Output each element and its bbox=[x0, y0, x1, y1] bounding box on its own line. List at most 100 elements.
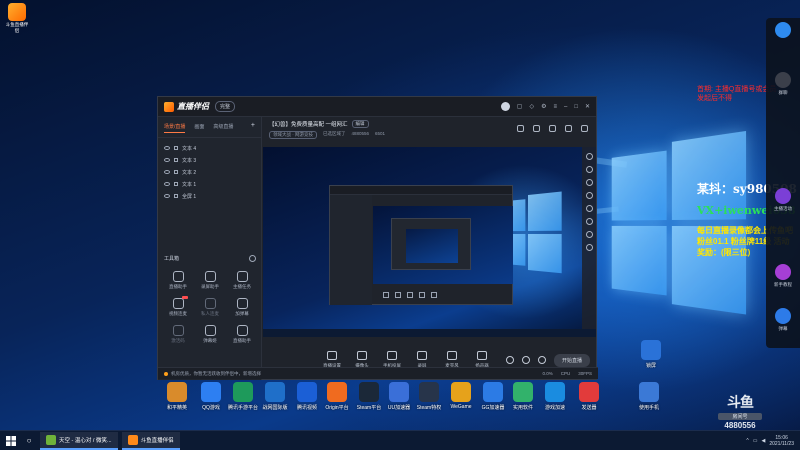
taskbar-item[interactable]: 斗鱼直播伴侣 bbox=[121, 431, 180, 450]
source-item[interactable]: 全屏 1 bbox=[164, 190, 255, 202]
tool-item[interactable]: 直播助手 bbox=[162, 271, 194, 290]
eye-icon[interactable] bbox=[164, 158, 170, 162]
message-icon[interactable]: ▢ bbox=[517, 103, 523, 110]
calendar-icon[interactable] bbox=[549, 125, 556, 132]
tool-item[interactable]: 直播助手 bbox=[226, 325, 258, 344]
desktop-icon-lock[interactable]: 锁屏 bbox=[636, 340, 666, 369]
tab-scene[interactable]: 场景/直播 bbox=[164, 123, 186, 133]
print-icon[interactable] bbox=[533, 125, 540, 132]
tool-icon bbox=[204, 298, 216, 309]
eye-icon[interactable] bbox=[164, 194, 170, 198]
close-icon[interactable]: ✕ bbox=[585, 103, 590, 110]
tool-item[interactable]: 私人连麦 bbox=[194, 298, 226, 317]
eye-icon[interactable] bbox=[164, 170, 170, 174]
tray-arrow-icon[interactable]: ^ bbox=[746, 438, 748, 444]
minimize-icon[interactable]: – bbox=[564, 104, 567, 110]
red-notice: 首期: 主播Q直播号或会员 发起后不得 bbox=[697, 86, 777, 102]
source-item[interactable]: 文本 3 bbox=[164, 154, 255, 166]
app-icon bbox=[233, 382, 253, 402]
desktop-icon[interactable]: Steam平台 bbox=[354, 382, 384, 411]
desktop-icon[interactable]: 发送器 bbox=[574, 382, 604, 411]
go-live-button[interactable]: 开始直播 bbox=[553, 353, 590, 367]
rail-item[interactable] bbox=[766, 22, 800, 40]
tool-item[interactable]: 弹幕姬 bbox=[194, 325, 226, 344]
source-item[interactable]: 文本 2 bbox=[164, 166, 255, 178]
avatar[interactable] bbox=[500, 102, 510, 111]
desktop-icon[interactable]: 和平精英 bbox=[162, 382, 192, 411]
edit-room-button[interactable]: 编辑 bbox=[351, 120, 369, 128]
tool-item[interactable]: 加弹幕 bbox=[226, 298, 258, 317]
stream-settings-icon[interactable] bbox=[537, 356, 546, 364]
taskbar-item[interactable]: 天空 - 温心对 / 微笑... bbox=[40, 431, 118, 450]
desktop-icon[interactable]: WeGame bbox=[446, 382, 476, 410]
tool-item[interactable]: 主播任务 bbox=[226, 271, 258, 290]
desktop-icon[interactable]: Origin平台 bbox=[322, 382, 352, 411]
watermark-room-number: 4880556 bbox=[724, 421, 756, 430]
room-title[interactable]: 【幻兽】免费质量高配 一组网汇 bbox=[269, 120, 348, 128]
status-dot bbox=[164, 371, 168, 376]
app-logo-icon bbox=[164, 101, 174, 112]
tool-item[interactable]: 视频连麦 bbox=[162, 296, 194, 317]
tool-item[interactable]: 激活码 bbox=[162, 325, 194, 344]
desktop-icon[interactable]: 实用软件 bbox=[508, 382, 538, 411]
desktop-icon[interactable]: 战网国际版 bbox=[260, 382, 290, 411]
network-icon[interactable]: ▭ bbox=[753, 438, 758, 444]
control-icon bbox=[387, 351, 397, 360]
clock-date[interactable]: 2021/11/23 bbox=[769, 441, 794, 447]
rail-item[interactable]: 弹幕 bbox=[766, 308, 800, 332]
desktop-icon[interactable]: UU加速器 bbox=[384, 382, 414, 411]
app-icon bbox=[297, 382, 317, 402]
desktop-icon[interactable]: 腾讯视频 bbox=[292, 382, 322, 411]
toolbox-settings-icon[interactable] bbox=[249, 255, 256, 262]
search-icon[interactable]: ○ bbox=[22, 431, 36, 450]
source-item[interactable]: 文本 1 bbox=[164, 178, 255, 190]
source-item[interactable]: 文本 4 bbox=[164, 142, 255, 154]
rail-item[interactable]: 新手教程 bbox=[766, 264, 800, 288]
streaming-app-window: 直播伴侣 完整 ▢ ◇ ⚙ ≡ – □ ✕ 场景/直播 画面 高级直播 + 文本… bbox=[157, 96, 598, 380]
room-meta-region: 已选区域了 bbox=[323, 131, 346, 136]
main-panel: 【幻兽】免费质量高配 一组网汇 编辑 领域大战 · 网游竞技 已选区域了 488… bbox=[263, 117, 596, 380]
rail-item[interactable]: 群聊 bbox=[766, 72, 800, 96]
share-icon[interactable] bbox=[581, 125, 588, 132]
menu-icon[interactable]: ≡ bbox=[553, 104, 557, 110]
desktop-icon[interactable]: GG加速器 bbox=[478, 382, 508, 411]
eye-icon[interactable] bbox=[164, 182, 170, 186]
tool-item[interactable]: 录屏助手 bbox=[194, 271, 226, 290]
maximize-icon[interactable]: □ bbox=[574, 104, 578, 110]
app-icon bbox=[579, 382, 599, 402]
desktop-icon[interactable]: 腾讯手游平台 bbox=[228, 382, 258, 411]
status-text: 机房优质，你暂无活跃收到伴侣中，新增选择 bbox=[171, 370, 261, 376]
lock-icon[interactable] bbox=[174, 146, 178, 150]
desktop-icon-douyu-app[interactable]: 斗鱼直播伴侣 bbox=[4, 3, 30, 34]
lock-icon[interactable] bbox=[174, 158, 178, 162]
version-badge[interactable]: 完整 bbox=[215, 101, 236, 112]
taskbar-app-icon bbox=[127, 434, 138, 445]
record-toggle-icon[interactable] bbox=[521, 356, 530, 364]
gift-icon[interactable]: ◇ bbox=[529, 103, 534, 110]
desktop-icon[interactable]: Steam特权 bbox=[414, 382, 444, 411]
tab-advanced[interactable]: 高级直播 bbox=[213, 123, 233, 133]
trash-icon[interactable] bbox=[517, 125, 524, 132]
lock-icon[interactable] bbox=[174, 194, 178, 198]
volume-icon[interactable]: ◀ bbox=[761, 438, 765, 444]
lock-icon bbox=[641, 340, 661, 360]
desktop-icon[interactable]: 使用手机 bbox=[634, 382, 664, 411]
eye-icon[interactable] bbox=[164, 146, 170, 150]
toolbox-grid: 直播助手 录屏助手 主播任务 视频连麦 私人连麦 加弹幕 激活码 弹幕姬 直播助手 bbox=[162, 271, 258, 344]
stream-preview[interactable] bbox=[263, 147, 596, 337]
lock-icon[interactable] bbox=[174, 170, 178, 174]
tab-picture[interactable]: 画面 bbox=[194, 123, 204, 133]
bell-icon[interactable] bbox=[565, 125, 572, 132]
room-category[interactable]: 领域大战 · 网游竞技 bbox=[269, 131, 317, 139]
desktop-icon[interactable]: QQ游戏 bbox=[196, 382, 226, 411]
settings-icon[interactable]: ⚙ bbox=[541, 103, 546, 110]
desktop-icon[interactable]: 游戏加速 bbox=[540, 382, 570, 411]
tool-icon bbox=[172, 296, 188, 309]
rail-item[interactable]: 主播活动 bbox=[766, 188, 800, 212]
app-logo: 直播伴侣 bbox=[164, 101, 209, 112]
add-source-icon[interactable]: + bbox=[251, 122, 255, 133]
camera-toggle-icon[interactable] bbox=[505, 356, 514, 364]
start-button[interactable] bbox=[0, 431, 22, 450]
app-icon bbox=[265, 382, 285, 402]
lock-icon[interactable] bbox=[174, 182, 178, 186]
